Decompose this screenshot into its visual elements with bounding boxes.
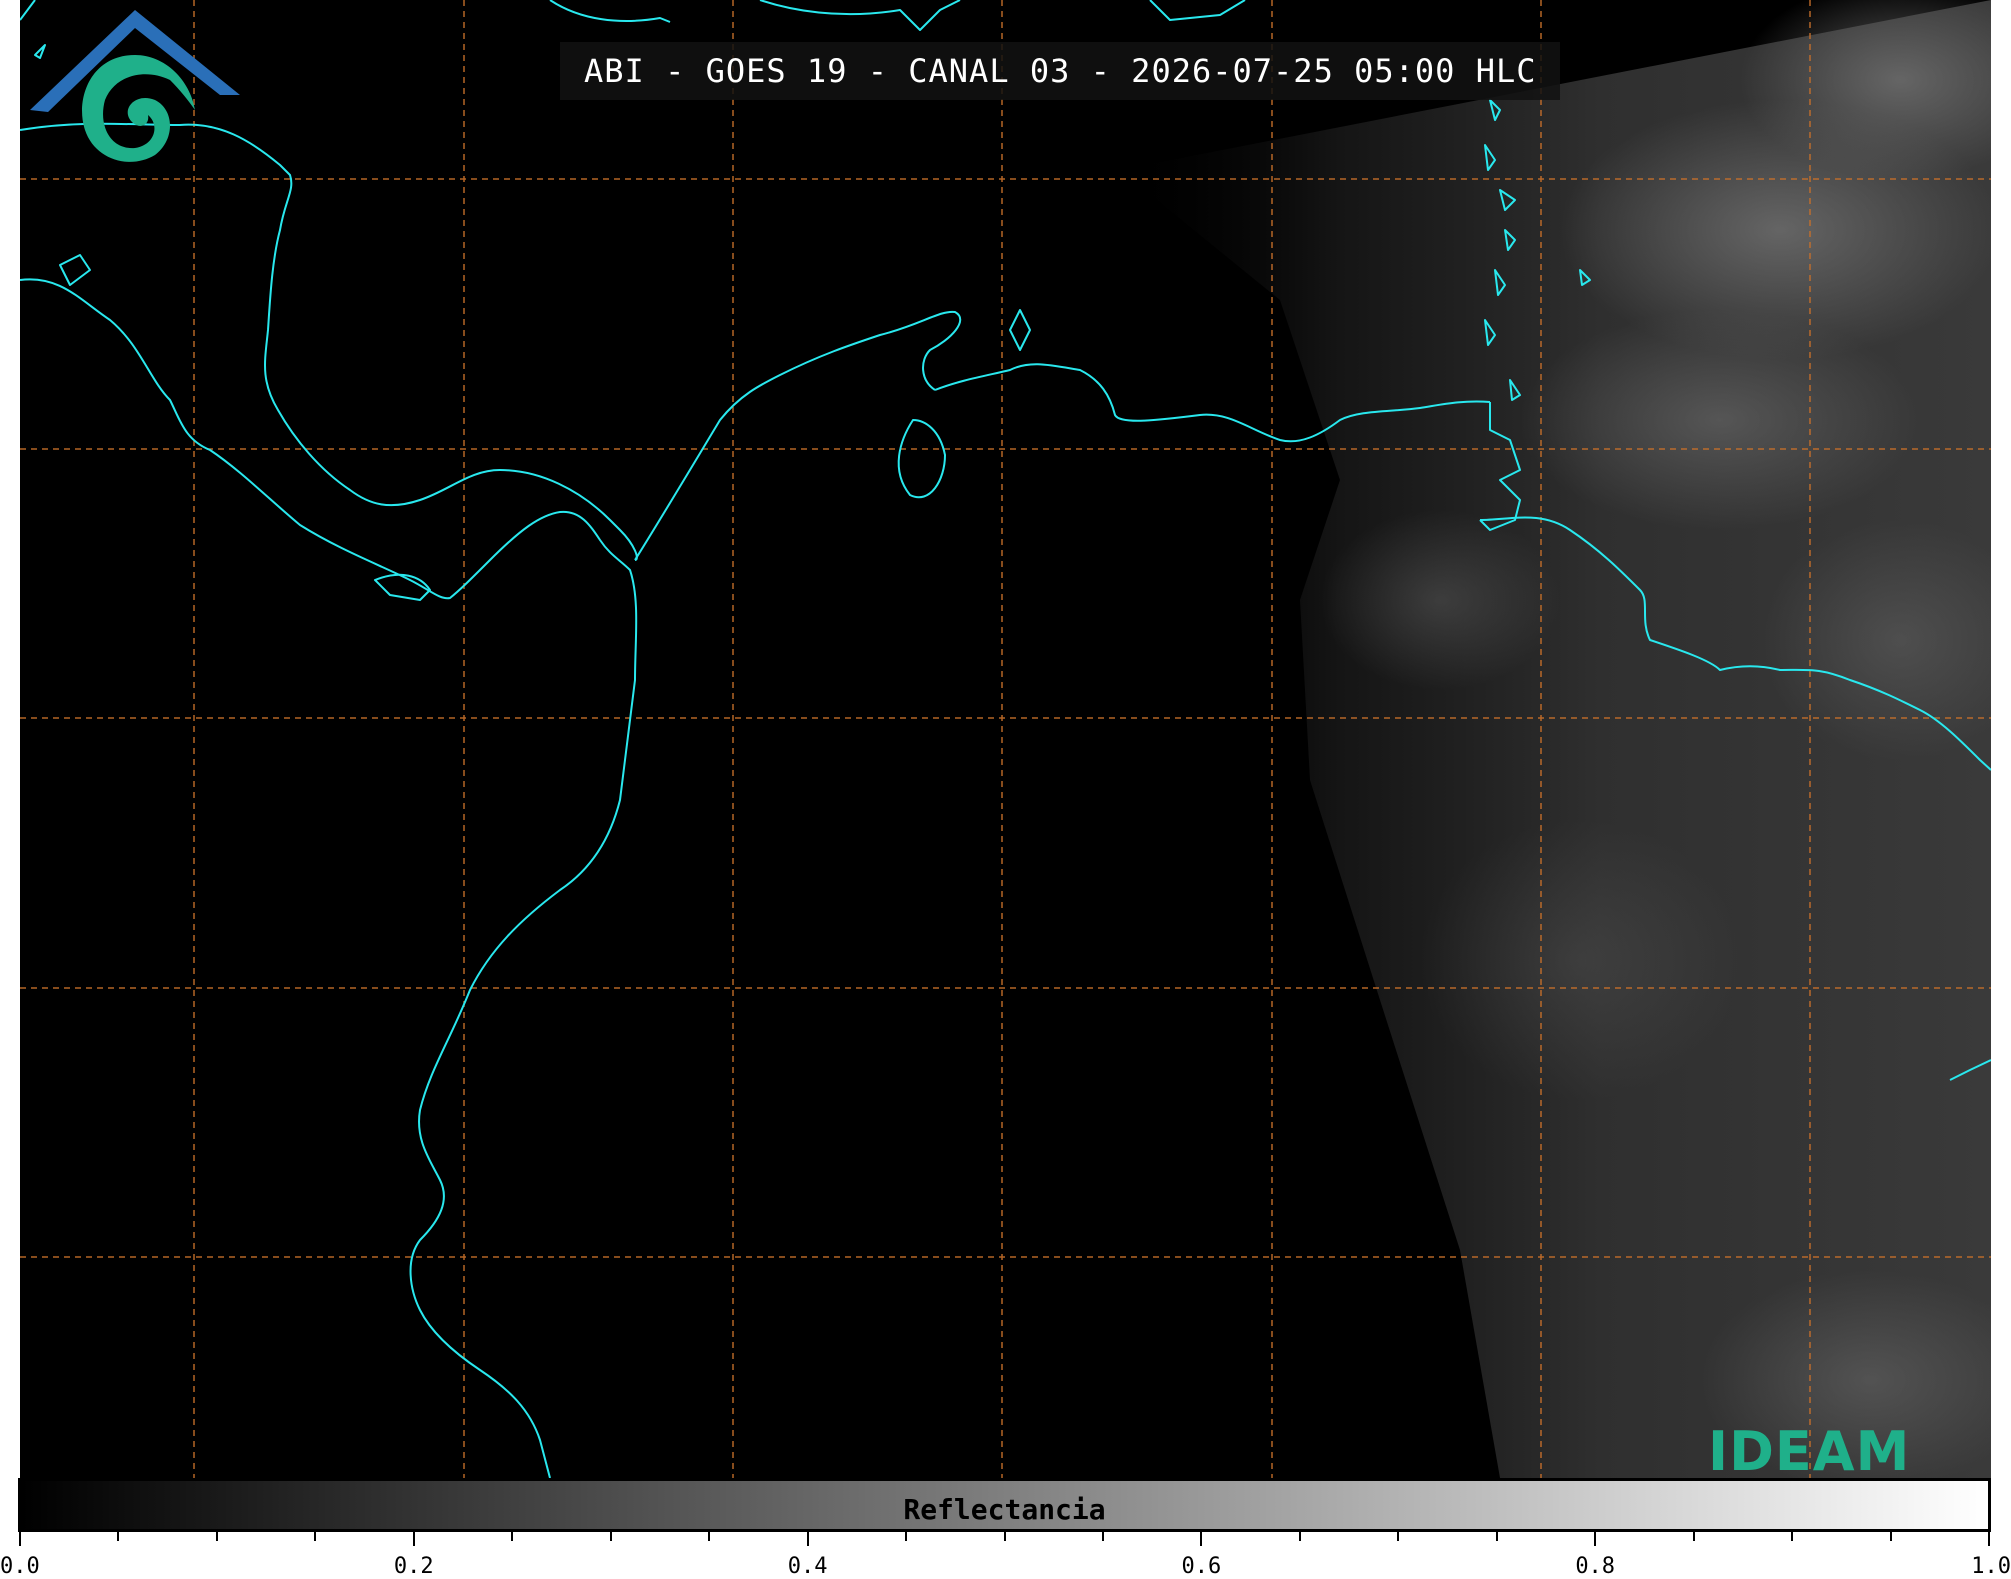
colorbar-tick-label: 0.0 bbox=[0, 1554, 40, 1579]
ideam-logo-text: IDEAM bbox=[1708, 1420, 1911, 1478]
ideam-logo bbox=[30, 10, 240, 162]
colorbar-major-tick bbox=[412, 1532, 415, 1546]
colorbar-minor-tick bbox=[1397, 1532, 1400, 1541]
colorbar-major-tick bbox=[1200, 1532, 1203, 1546]
colorbar-major-tick bbox=[1594, 1532, 1597, 1546]
colorbar-minor-tick bbox=[1791, 1532, 1794, 1541]
colorbar-minor-tick bbox=[905, 1532, 908, 1541]
colorbar-minor-tick bbox=[117, 1532, 120, 1541]
colorbar-minor-tick bbox=[1101, 1532, 1104, 1541]
map-title: ABI - GOES 19 - CANAL 03 - 2026-07-25 05… bbox=[560, 42, 1561, 100]
colorbar-minor-tick bbox=[511, 1532, 514, 1541]
colorbar-minor-tick bbox=[1889, 1532, 1892, 1541]
colorbar-tick-label: 0.8 bbox=[1575, 1554, 1616, 1579]
colorbar-minor-tick bbox=[708, 1532, 711, 1541]
colorbar-minor-tick bbox=[314, 1532, 317, 1541]
colorbar-label: Reflectancia bbox=[903, 1493, 1106, 1526]
colorbar-minor-tick bbox=[1003, 1532, 1006, 1541]
colorbar-minor-tick bbox=[1298, 1532, 1301, 1541]
colorbar-minor-tick bbox=[609, 1532, 612, 1541]
colorbar-minor-tick bbox=[1692, 1532, 1695, 1541]
colorbar: Reflectancia bbox=[18, 1478, 1991, 1532]
colorbar-minor-tick bbox=[215, 1532, 218, 1541]
colorbar-tick-label: 0.4 bbox=[787, 1554, 828, 1579]
colorbar-major-tick bbox=[1988, 1532, 1990, 1546]
satellite-map: ABI - GOES 19 - CANAL 03 - 2026-07-25 05… bbox=[20, 0, 1991, 1478]
colorbar-tick-label: 1.0 bbox=[1971, 1554, 2011, 1579]
colorbar-tick-label: 0.2 bbox=[393, 1554, 434, 1579]
satellite-image bbox=[20, 0, 1991, 1478]
logo-swirl bbox=[82, 55, 195, 162]
colorbar-minor-tick bbox=[1495, 1532, 1498, 1541]
colorbar-major-tick bbox=[19, 1532, 21, 1546]
colorbar-major-tick bbox=[806, 1532, 809, 1546]
colorbar-tick-label: 0.6 bbox=[1181, 1554, 1222, 1579]
